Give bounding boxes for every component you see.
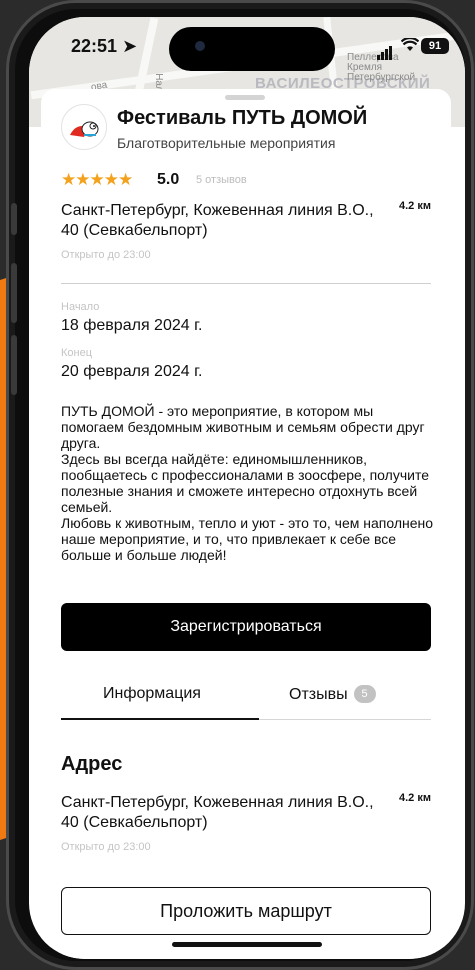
location-arrow-icon: ➤: [122, 36, 138, 56]
event-title: Фестиваль ПУТЬ ДОМОЙ: [117, 107, 368, 129]
tab-reviews[interactable]: Отзывы 5: [289, 685, 376, 704]
event-distance: 4.2 км: [399, 200, 431, 212]
divider: [61, 283, 431, 284]
event-address: Санкт-Петербург, Кожевенная линия В.О., …: [61, 202, 374, 239]
volume-up-button: [11, 263, 17, 323]
address-section-hours: Открыто до 23:00: [61, 841, 151, 853]
address-section-title: Адрес: [61, 753, 123, 775]
rating-value: 5.0: [157, 171, 180, 188]
address-section-distance: 4.2 км: [399, 792, 431, 804]
build-route-button[interactable]: Проложить маршрут: [61, 887, 431, 935]
event-category: Благотворительные мероприятия: [117, 135, 336, 151]
tab-information[interactable]: Информация: [103, 685, 201, 703]
end-date: 20 февраля 2024 г.: [61, 363, 203, 380]
dynamic-island: [169, 27, 335, 71]
cellular-signal-icon: [377, 42, 393, 60]
status-time: 22:51 ➤: [71, 36, 138, 56]
event-description: ПУТЬ ДОМОЙ - это мероприятие, в котором …: [61, 403, 434, 563]
start-date-label: Начало: [61, 301, 100, 313]
end-date-label: Конец: [61, 347, 93, 359]
register-button[interactable]: Зарегистрироваться: [61, 603, 431, 651]
status-bar: 22:51 ➤ 91: [29, 17, 465, 77]
opening-hours: Открыто до 23:00: [61, 249, 151, 261]
start-date: 18 февраля 2024 г.: [61, 317, 203, 334]
background: ВАСИЛЕОСТРОВСКИЙ Нал ова Пеллерова Кремл…: [0, 0, 475, 970]
battery-icon: 91: [421, 38, 449, 54]
active-tab-indicator: [61, 718, 259, 720]
rating-stars-icon: ★★★★★: [61, 170, 133, 189]
volume-down-button: [11, 335, 17, 395]
phone-frame: ВАСИЛЕОСТРОВСКИЙ Нал ова Пеллерова Кремл…: [6, 0, 474, 970]
front-camera: [195, 41, 205, 51]
sheet-drag-handle[interactable]: [225, 95, 265, 100]
event-bottom-sheet: Фестиваль ПУТЬ ДОМОЙ Благотворительные м…: [41, 89, 451, 959]
reviews-count-link[interactable]: 5 отзывов: [196, 174, 247, 186]
tab-label: Отзывы: [289, 686, 348, 703]
address-section-address: Санкт-Петербург, Кожевенная линия В.О., …: [61, 794, 374, 831]
tab-label: Информация: [103, 685, 201, 702]
event-logo: [61, 104, 107, 150]
mute-switch: [11, 203, 17, 235]
reviews-badge: 5: [353, 685, 376, 703]
wifi-icon: [400, 36, 420, 57]
home-indicator[interactable]: [172, 942, 322, 947]
screen: ВАСИЛЕОСТРОВСКИЙ Нал ова Пеллерова Кремл…: [29, 17, 465, 959]
